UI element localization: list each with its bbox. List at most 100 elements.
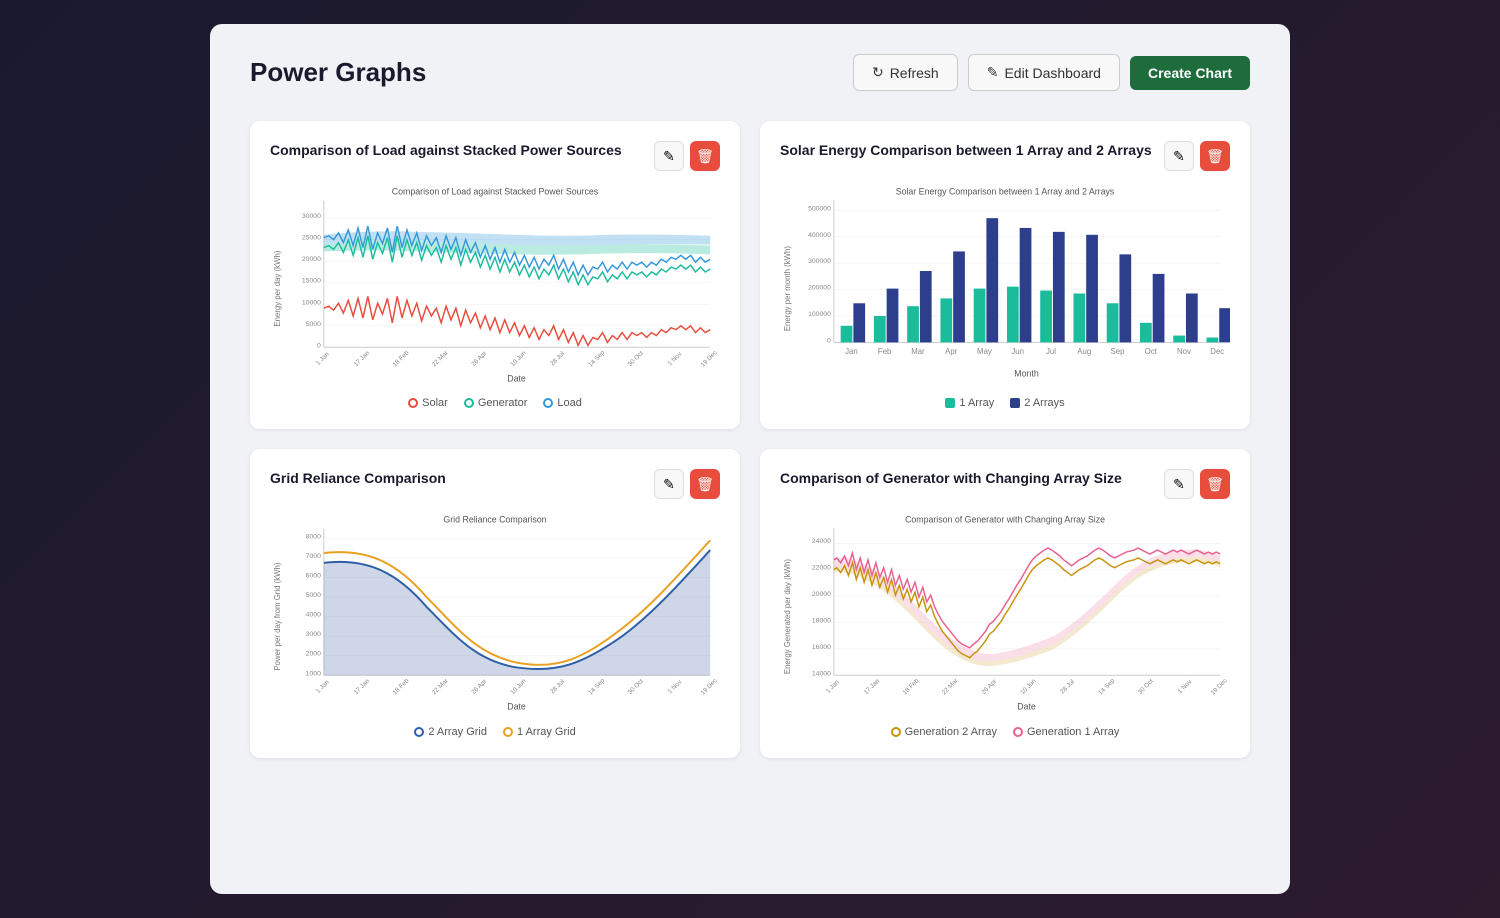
create-chart-button[interactable]: Create Chart [1130,56,1250,90]
chart-svg-4: Comparison of Generator with Changing Ar… [780,509,1230,714]
edit-chart-2-button[interactable]: ✎ [1164,141,1194,171]
svg-text:1 Jan: 1 Jan [825,679,841,695]
pencil-icon: ✎ [987,64,999,81]
delete-chart-1-button[interactable]: 🗑 [690,141,720,171]
svg-text:10000: 10000 [302,299,321,306]
svg-text:5000: 5000 [306,321,321,328]
svg-text:4000: 4000 [306,612,321,619]
edit-chart-1-button[interactable]: ✎ [654,141,684,171]
chart-area-3: Grid Reliance Comparison Power per day f… [270,509,720,737]
legend-2array-grid-icon [414,727,424,737]
svg-text:1 Nov: 1 Nov [1177,678,1194,695]
svg-text:18 Feb: 18 Feb [392,678,411,697]
svg-text:10 Jun: 10 Jun [509,349,528,368]
svg-text:14 Sep: 14 Sep [587,677,607,697]
delete-chart-4-button[interactable]: 🗑 [1200,469,1230,499]
legend-gen1array-icon [1013,727,1023,737]
svg-text:2000: 2000 [306,651,321,658]
svg-text:Comparison of Load against Sta: Comparison of Load against Stacked Power… [392,187,599,197]
svg-text:17 Jan: 17 Jan [353,349,372,368]
chart-area-2: Solar Energy Comparison between 1 Array … [780,181,1230,409]
svg-text:3000: 3000 [306,632,321,639]
svg-text:30 Oct: 30 Oct [627,350,645,368]
svg-text:10 Jun: 10 Jun [1019,678,1038,697]
chart-actions-3: ✎ 🗑 [654,469,720,499]
legend-gen1array: Generation 1 Array [1013,726,1119,738]
svg-text:Feb: Feb [878,347,892,356]
chart-header-4: Comparison of Generator with Changing Ar… [780,469,1230,499]
svg-text:Sep: Sep [1111,347,1126,356]
legend-1array-grid-icon [503,727,513,737]
svg-text:22000: 22000 [812,565,831,572]
delete-chart-3-button[interactable]: 🗑 [690,469,720,499]
svg-text:6000: 6000 [306,573,321,580]
svg-text:Apr: Apr [945,347,958,356]
svg-text:28 Jul: 28 Jul [1059,679,1076,696]
svg-text:Date: Date [507,374,526,384]
chart-svg-3: Grid Reliance Comparison Power per day f… [270,509,720,714]
svg-text:26 Apr: 26 Apr [470,678,488,696]
svg-text:Power per day from Grid (kWh): Power per day from Grid (kWh) [273,563,282,671]
chart-legend-2: 1 Array 2 Arrays [780,397,1230,409]
svg-text:7000: 7000 [306,553,321,560]
svg-text:22 Mar: 22 Mar [431,349,450,368]
svg-text:300000: 300000 [808,258,831,265]
chart-card-4: Comparison of Generator with Changing Ar… [760,449,1250,757]
svg-text:Solar Energy Comparison betwee: Solar Energy Comparison between 1 Array … [896,187,1115,197]
refresh-icon: ↻ [872,64,884,81]
legend-1array-icon [945,398,955,408]
svg-text:Month: Month [1014,369,1039,379]
svg-text:1 Nov: 1 Nov [667,678,684,695]
svg-text:1 Nov: 1 Nov [667,350,684,367]
chart-area-1: Comparison of Load against Stacked Power… [270,181,720,409]
svg-text:19 Dec: 19 Dec [700,678,719,697]
svg-text:30000: 30000 [302,213,321,220]
svg-text:Jan: Jan [845,347,858,356]
legend-1array: 1 Array [945,397,994,409]
svg-text:19 Dec: 19 Dec [700,349,719,368]
delete-chart-2-button[interactable]: 🗑 [1200,141,1230,171]
chart-header-3: Grid Reliance Comparison ✎ 🗑 [270,469,720,499]
svg-text:14 Sep: 14 Sep [1097,677,1117,697]
chart-legend-4: Generation 2 Array Generation 1 Array [780,726,1230,738]
edit-dashboard-button[interactable]: ✎ Edit Dashboard [968,54,1120,91]
svg-text:14000: 14000 [812,671,831,678]
chart-title-2: Solar Energy Comparison between 1 Array … [780,141,1152,159]
svg-text:0: 0 [827,337,831,344]
svg-text:400000: 400000 [808,232,831,239]
svg-text:1 Jan: 1 Jan [315,351,331,367]
chart-actions-4: ✎ 🗑 [1164,469,1230,499]
svg-text:17 Jan: 17 Jan [863,678,882,697]
page-title: Power Graphs [250,57,426,88]
chart-area-4: Comparison of Generator with Changing Ar… [780,509,1230,737]
chart-card-3: Grid Reliance Comparison ✎ 🗑 Grid Relian… [250,449,740,757]
refresh-button[interactable]: ↻ Refresh [853,54,958,91]
legend-gen2array-icon [891,727,901,737]
legend-load: Load [543,397,581,409]
chart-card-2: Solar Energy Comparison between 1 Array … [760,121,1250,429]
svg-text:17 Jan: 17 Jan [353,678,372,697]
chart-legend-3: 2 Array Grid 1 Array Grid [270,726,720,738]
svg-text:Date: Date [1017,702,1036,712]
svg-text:1000: 1000 [306,671,321,678]
chart-title-1: Comparison of Load against Stacked Power… [270,141,622,159]
main-container: Power Graphs ↻ Refresh ✎ Edit Dashboard … [210,24,1290,894]
svg-text:Aug: Aug [1077,347,1091,356]
svg-text:25000: 25000 [302,235,321,242]
svg-text:200000: 200000 [808,285,831,292]
edit-chart-4-button[interactable]: ✎ [1164,469,1194,499]
svg-text:100000: 100000 [808,311,831,318]
svg-text:Dec: Dec [1210,347,1224,356]
svg-text:Jun: Jun [1011,347,1024,356]
svg-text:15000: 15000 [302,278,321,285]
svg-text:Jul: Jul [1046,347,1056,356]
svg-text:Energy per day (kWh): Energy per day (kWh) [273,250,282,326]
edit-chart-3-button[interactable]: ✎ [654,469,684,499]
legend-2arrays: 2 Arrays [1010,397,1064,409]
svg-text:18 Feb: 18 Feb [902,678,921,697]
svg-text:500000: 500000 [808,205,831,212]
chart-actions-2: ✎ 🗑 [1164,141,1230,171]
svg-text:30 Oct: 30 Oct [627,678,645,696]
legend-gen2array: Generation 2 Array [891,726,997,738]
svg-text:19 Dec: 19 Dec [1210,678,1229,697]
